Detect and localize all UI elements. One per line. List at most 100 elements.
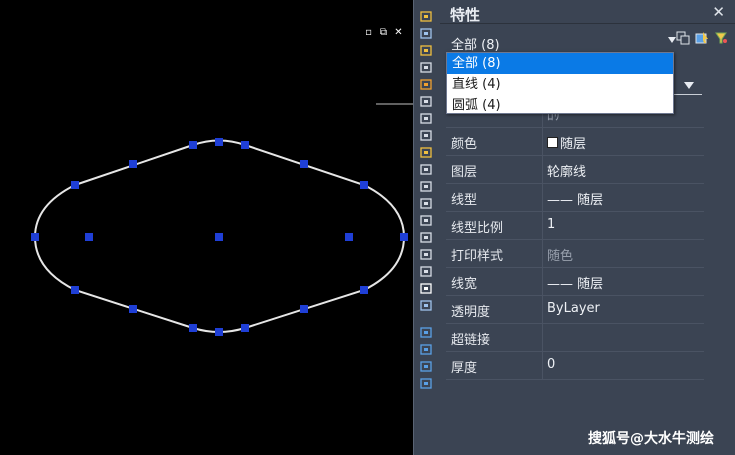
array-icon[interactable]: [419, 76, 434, 90]
offset-icon[interactable]: [419, 59, 434, 73]
close-icon[interactable]: ✕: [712, 3, 725, 21]
grip-point[interactable]: [345, 233, 353, 241]
explode-icon[interactable]: [419, 280, 434, 294]
property-value-text: 随层: [560, 137, 587, 152]
grip-point[interactable]: [241, 324, 249, 332]
text-front-icon[interactable]: [419, 375, 434, 389]
property-label: 线型比例: [451, 221, 504, 236]
dropdown-option[interactable]: 全部 (8): [447, 53, 673, 74]
property-value[interactable]: 1: [547, 217, 555, 232]
grip-point[interactable]: [71, 286, 79, 294]
property-value[interactable]: ByLayer: [547, 301, 600, 316]
chamfer-icon[interactable]: [419, 229, 434, 243]
draworder-icon[interactable]: [419, 324, 434, 338]
column-divider: [542, 128, 543, 155]
blend-icon[interactable]: [419, 263, 434, 277]
modify-toolbar: [413, 0, 441, 455]
color-swatch: [547, 137, 558, 148]
property-row[interactable]: 颜色 随层: [446, 128, 704, 156]
break-icon[interactable]: [419, 195, 434, 209]
grip-point[interactable]: [215, 233, 223, 241]
move-icon[interactable]: [419, 93, 434, 107]
property-row[interactable]: 线型 —— 随层: [446, 184, 704, 212]
stretch-icon[interactable]: [419, 144, 434, 158]
send-back-icon[interactable]: [419, 358, 434, 372]
property-label: 颜色: [451, 137, 478, 152]
property-label: 超链接: [451, 333, 491, 348]
toggle-pickadd-icon[interactable]: [676, 30, 690, 45]
rotate-icon[interactable]: [419, 110, 434, 124]
grip-point[interactable]: [400, 233, 408, 241]
grip-point[interactable]: [85, 233, 93, 241]
property-label: 透明度: [451, 305, 491, 320]
panel-tool-icons: [676, 30, 728, 45]
property-row[interactable]: 图层 轮廓线: [446, 156, 704, 184]
quick-select-icon[interactable]: [714, 30, 728, 44]
property-label: 打印样式: [451, 249, 504, 264]
select-objects-icon[interactable]: [695, 30, 709, 44]
viewport-window-buttons: ▫ ⧉ ✕: [364, 28, 403, 38]
dropdown-option[interactable]: 圆弧 (4): [447, 95, 673, 116]
panel-title: 特性: [450, 6, 481, 24]
grip-point[interactable]: [300, 160, 308, 168]
property-label: 厚度: [451, 361, 478, 376]
close-viewport-icon[interactable]: ✕: [394, 28, 403, 38]
property-row[interactable]: 线型比例 1: [446, 212, 704, 240]
grip-point[interactable]: [360, 181, 368, 189]
scale-icon[interactable]: [419, 127, 434, 141]
watermark: 搜狐号@大水牛测绘: [588, 431, 714, 447]
property-row[interactable]: 打印样式 随色: [446, 240, 704, 268]
property-value[interactable]: 随层: [547, 133, 586, 152]
selection-filter-select[interactable]: 全部 (8): [448, 32, 676, 53]
grip-point[interactable]: [215, 328, 223, 336]
property-row[interactable]: 超链接: [446, 324, 704, 352]
chevron-down-icon[interactable]: [668, 37, 676, 43]
grip-point[interactable]: [241, 141, 249, 149]
grip-point[interactable]: [189, 141, 197, 149]
column-divider: [542, 296, 543, 323]
restore-icon[interactable]: ⧉: [379, 28, 388, 38]
column-divider: [542, 352, 543, 379]
property-label: 图层: [451, 165, 478, 180]
column-divider: [542, 240, 543, 267]
trim-icon[interactable]: [419, 161, 434, 175]
extend-icon[interactable]: [419, 178, 434, 192]
property-row[interactable]: 厚度 0: [446, 352, 704, 380]
property-value[interactable]: 轮廓线: [547, 161, 586, 180]
drawing-canvas[interactable]: ▫ ⧉ ✕: [0, 0, 413, 455]
property-label: 线宽: [451, 277, 478, 292]
property-value[interactable]: 随色: [547, 245, 573, 264]
property-row[interactable]: 线宽 —— 随层: [446, 268, 704, 296]
grip-point[interactable]: [215, 138, 223, 146]
bring-front-icon[interactable]: [419, 341, 434, 355]
copy-icon[interactable]: [419, 25, 434, 39]
property-value[interactable]: —— 随层: [547, 273, 603, 292]
property-value[interactable]: 0: [547, 357, 555, 372]
property-value[interactable]: —— 随层: [547, 189, 603, 208]
combo-underline: [672, 94, 702, 95]
dropdown-option[interactable]: 直线 (4): [447, 74, 673, 95]
drawing-area[interactable]: [0, 0, 413, 455]
column-divider: [542, 268, 543, 295]
grip-point[interactable]: [189, 324, 197, 332]
grip-point[interactable]: [71, 181, 79, 189]
panel-divider: [440, 23, 735, 24]
column-divider: [542, 324, 543, 351]
minimize-icon[interactable]: ▫: [364, 28, 373, 38]
grip-point[interactable]: [129, 160, 137, 168]
join-icon[interactable]: [419, 212, 434, 226]
grip-point[interactable]: [360, 286, 368, 294]
erase-icon[interactable]: [419, 8, 434, 22]
property-row[interactable]: 透明度 ByLayer: [446, 296, 704, 324]
grip-point[interactable]: [300, 305, 308, 313]
grip-points[interactable]: [31, 138, 408, 336]
grip-point[interactable]: [129, 305, 137, 313]
grip-point[interactable]: [31, 233, 39, 241]
column-divider: [542, 184, 543, 211]
edit-icon[interactable]: [419, 297, 434, 311]
mirror-icon[interactable]: [419, 42, 434, 56]
chevron-down-icon[interactable]: [684, 82, 694, 89]
selection-filter-dropdown[interactable]: 全部 (8) 直线 (4) 圆弧 (4): [446, 52, 674, 114]
column-divider: [542, 212, 543, 239]
fillet-icon[interactable]: [419, 246, 434, 260]
